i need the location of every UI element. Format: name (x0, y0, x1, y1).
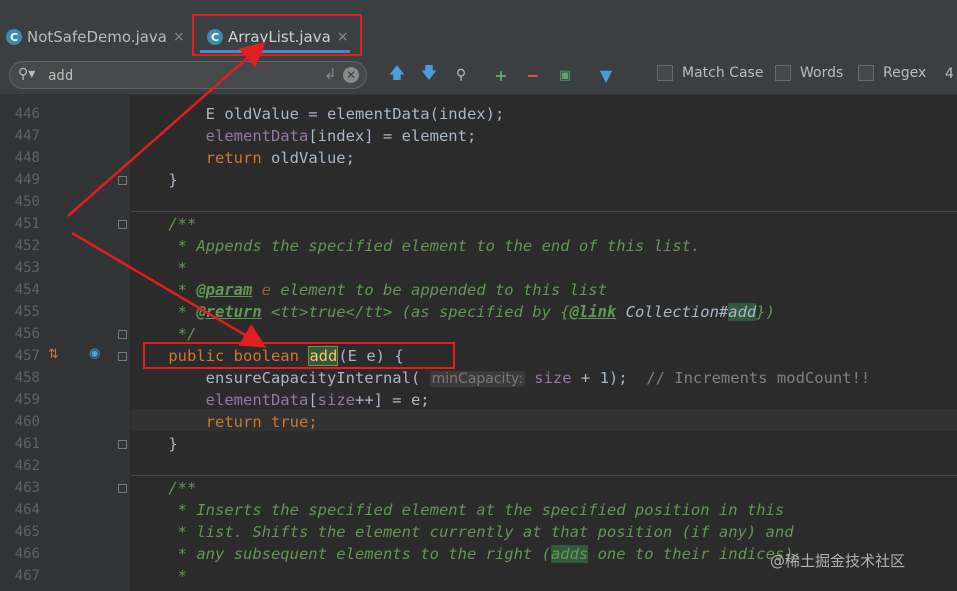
annotation-arrows (67, 41, 267, 348)
watermark: @稀土掘金技术社区 (770, 552, 906, 570)
arrow-to-tab (67, 41, 266, 217)
arrow-to-method (71, 231, 267, 348)
